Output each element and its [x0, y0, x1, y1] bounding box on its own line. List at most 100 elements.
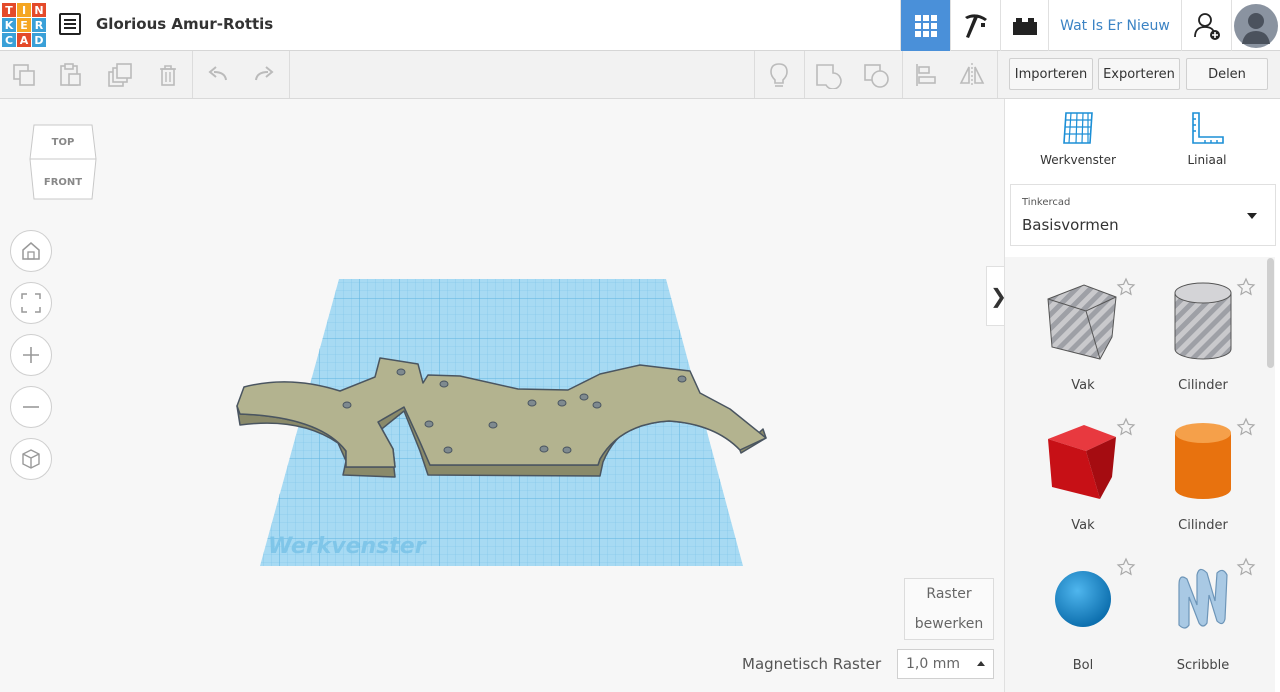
caret-down-icon: [1247, 213, 1257, 219]
box-icon: [1048, 425, 1116, 499]
workplane-tool[interactable]: Werkvenster: [1013, 109, 1143, 167]
avatar[interactable]: [1231, 0, 1280, 51]
shape-library-select[interactable]: Tinkercad Basisvormen: [1010, 184, 1276, 246]
toolbar-separator: [192, 51, 193, 98]
snap-grid-label: Magnetisch Raster: [742, 655, 882, 673]
brick-icon: [1012, 17, 1037, 35]
workplane-icon: [1063, 112, 1093, 144]
workplane-scene[interactable]: Werkvenster: [0, 99, 1004, 692]
ungroup-button[interactable]: [860, 59, 892, 91]
toolbar-separator: [754, 51, 755, 98]
edit-grid-line1: Raster: [926, 586, 972, 602]
redo-button[interactable]: [248, 59, 280, 91]
logo-letter: K: [2, 18, 16, 32]
duplicate-icon: [108, 63, 132, 87]
delete-button[interactable]: [152, 59, 184, 91]
duplicate-button[interactable]: [104, 59, 136, 91]
group-icon: [816, 64, 842, 89]
mirror-button[interactable]: [956, 59, 988, 91]
shape-box-hole[interactable]: Vak: [1028, 267, 1138, 397]
favorite-star-icon[interactable]: [1236, 557, 1256, 577]
toolbar: Importeren Exporteren Delen: [0, 51, 1280, 99]
caret-up-icon: [977, 661, 985, 666]
logo-letter: I: [17, 3, 31, 17]
logo-letter: N: [32, 3, 46, 17]
mirror-icon: [959, 63, 985, 87]
workplane-tool-label: Werkvenster: [1040, 153, 1116, 167]
whats-new-label: Wat Is Er Nieuw: [1060, 17, 1170, 34]
ruler-icon: [1192, 112, 1224, 144]
edit-grid-button[interactable]: Raster bewerken: [904, 578, 994, 640]
whats-new-button[interactable]: Wat Is Er Nieuw: [1048, 0, 1181, 51]
logo-letter: C: [2, 33, 16, 47]
favorite-star-icon[interactable]: [1116, 557, 1136, 577]
edit-grid-line2: bewerken: [914, 616, 984, 632]
import-button[interactable]: Importeren: [1009, 58, 1093, 90]
paste-button[interactable]: [54, 59, 86, 91]
logo-letter: E: [17, 18, 31, 32]
shape-label: Bol: [1072, 658, 1094, 673]
favorite-star-icon[interactable]: [1236, 277, 1256, 297]
light-bulb-icon: [770, 63, 788, 87]
design-title[interactable]: Glorious Amur-Rottis: [96, 15, 273, 33]
shape-cylinder-hole[interactable]: Cilinder: [1148, 267, 1258, 397]
3d-workspace[interactable]: TOP FRONT Werkvenster Raster bewerken Ma…: [0, 99, 1004, 692]
grid-view-icon: [914, 14, 937, 37]
notes-button[interactable]: [763, 59, 795, 91]
favorite-star-icon[interactable]: [1116, 277, 1136, 297]
logo-letter: T: [2, 3, 16, 17]
cylinder-hole-icon: [1174, 282, 1232, 360]
library-name: Basisvormen: [1022, 216, 1119, 234]
favorite-star-icon[interactable]: [1116, 417, 1136, 437]
shape-label: Vak: [1071, 378, 1095, 393]
lego-bricks-button[interactable]: [1000, 0, 1048, 51]
shapes-panel: Werkvenster Liniaal Tinkercad Basisvorme…: [1004, 99, 1280, 692]
snap-grid-select[interactable]: 1,0 mm: [897, 649, 994, 679]
scribble-icon: [1178, 568, 1228, 629]
toolbar-separator: [804, 51, 805, 98]
workplane-label: Werkvenster: [268, 534, 427, 559]
delete-icon: [160, 65, 176, 86]
design-list-icon[interactable]: [59, 13, 81, 35]
toolbar-separator: [289, 51, 290, 98]
logo-letter: R: [32, 18, 46, 32]
toolbar-separator: [997, 51, 998, 98]
avatar-icon: [1234, 3, 1278, 48]
shape-label: Vak: [1071, 518, 1095, 533]
shape-label: Cilinder: [1178, 518, 1228, 533]
grid-view-button[interactable]: [900, 0, 950, 51]
minecraft-button[interactable]: [950, 0, 1000, 51]
share-button[interactable]: Delen: [1186, 58, 1268, 90]
shape-sphere[interactable]: Bol: [1028, 547, 1138, 677]
copy-button[interactable]: [8, 59, 40, 91]
shape-box[interactable]: Vak: [1028, 407, 1138, 537]
shape-label: Cilinder: [1178, 378, 1228, 393]
shape-cylinder[interactable]: Cilinder: [1148, 407, 1258, 537]
ruler-tool-label: Liniaal: [1187, 153, 1227, 167]
invite-user-button[interactable]: [1181, 0, 1231, 51]
logo-letter: A: [17, 33, 31, 47]
toolbar-separator: [902, 51, 903, 98]
undo-icon: [208, 66, 227, 81]
export-button[interactable]: Exporteren: [1098, 58, 1180, 90]
copy-icon: [13, 64, 35, 86]
ungroup-icon: [864, 64, 889, 88]
sphere-icon: [1055, 571, 1111, 627]
ruler-tool[interactable]: Liniaal: [1142, 109, 1272, 167]
shape-scribble[interactable]: Scribble: [1148, 547, 1258, 677]
redo-icon: [255, 66, 274, 81]
panel-scrollbar[interactable]: [1267, 258, 1274, 368]
snap-grid-value: 1,0 mm: [906, 656, 960, 672]
align-button[interactable]: [910, 59, 942, 91]
shape-label: Scribble: [1176, 658, 1230, 673]
box-hole-icon: [1047, 284, 1117, 360]
tinkercad-logo[interactable]: T I N K E R C A D: [2, 3, 46, 47]
logo-letter: D: [32, 33, 46, 47]
shape-grid: Vak Cilinder Vak Cilinder Bol Scribble: [1005, 257, 1275, 692]
undo-button[interactable]: [202, 59, 234, 91]
group-button[interactable]: [812, 59, 844, 91]
cylinder-icon: [1175, 423, 1231, 499]
favorite-star-icon[interactable]: [1236, 417, 1256, 437]
paste-icon: [60, 63, 81, 86]
library-source: Tinkercad: [1022, 197, 1071, 208]
